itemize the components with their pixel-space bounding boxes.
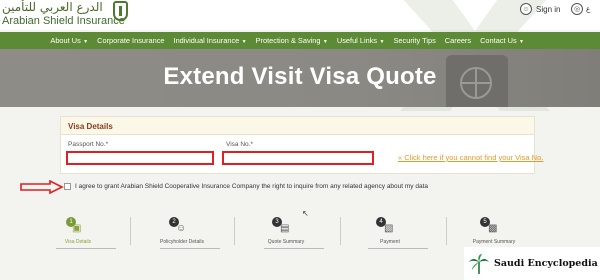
hero-banner: Extend Visit Visa Quote (0, 49, 600, 107)
logo-arabic-text: الدرع العربي للتأمين (2, 0, 103, 14)
caret-down-icon: ▼ (81, 39, 89, 45)
id-card-icon: ▣ (72, 223, 82, 234)
watermark: Saudi Encyclopedia (464, 247, 600, 280)
nav-label: Individual Insurance (173, 36, 240, 45)
mouse-cursor-icon: ↖ (302, 209, 309, 218)
step-underline (160, 248, 220, 249)
language-label: ع (586, 6, 591, 13)
step-divider (130, 217, 131, 245)
nav-item-contact-us[interactable]: Contact Us ▼ (480, 36, 524, 45)
step-divider (340, 217, 341, 245)
nav-item-security-tips[interactable]: Security Tips (393, 36, 435, 45)
step-label: Quote Summary (267, 239, 305, 245)
nav-label: Corporate Insurance (97, 36, 165, 45)
caret-down-icon: ▼ (240, 39, 247, 45)
red-arrow-annotation (20, 180, 64, 194)
document-icon: ▤ (280, 223, 290, 234)
nav-label: Protection & Saving (255, 36, 321, 45)
nav-item-protection-saving[interactable]: Protection & Saving ▼ (256, 36, 328, 45)
user-icon: ☺ (520, 3, 532, 15)
section-title: Visa Details (68, 122, 113, 131)
step-divider (234, 217, 235, 245)
top-header: الدرع العربي للتأمين Arabian Shield Insu… (0, 0, 600, 111)
visa-details-card: Visa Details Passport No.* Visa No.* « C… (60, 116, 543, 174)
step-label: Payment Summary (472, 239, 516, 245)
nav-label: Useful Links (336, 36, 378, 45)
nav-item-about-us[interactable]: About Us ▼ (50, 36, 88, 45)
consent-checkbox[interactable] (64, 183, 71, 190)
step-label: Payment (380, 239, 400, 245)
card-icon: ▧ (384, 223, 394, 234)
step-label: Policyholder Details (160, 239, 204, 245)
caret-down-icon: ▼ (517, 39, 524, 45)
consent-row: I agree to grant Arabian Shield Cooperat… (64, 183, 428, 190)
consent-text: I agree to grant Arabian Shield Cooperat… (75, 183, 429, 190)
company-logo[interactable]: الدرع العربي للتأمين Arabian Shield Insu… (0, 0, 140, 30)
nav-item-careers[interactable]: Careers (445, 36, 471, 45)
card-header: Visa Details (61, 117, 534, 135)
nav-item-useful-links[interactable]: Useful Links ▼ (337, 36, 385, 45)
visa-number-label: Visa No.* (226, 141, 253, 148)
language-icon: ◎ (571, 3, 583, 15)
find-visa-number-link[interactable]: « Click here if you cannot find your Vis… (398, 153, 543, 162)
caret-down-icon: ▼ (378, 39, 385, 45)
step-underline (56, 248, 116, 249)
receipt-icon: ▩ (488, 223, 498, 234)
visa-number-input[interactable] (222, 151, 374, 165)
main-navigation: About Us ▼ Corporate Insurance Individua… (0, 32, 600, 49)
step-divider (446, 217, 447, 245)
nav-item-corporate-insurance[interactable]: Corporate Insurance (97, 36, 164, 45)
nav-item-individual-insurance[interactable]: Individual Insurance ▼ (174, 36, 247, 45)
step-underline (368, 248, 428, 249)
passport-number-input[interactable] (66, 151, 214, 165)
nav-label: Security Tips (393, 36, 436, 45)
logo-english-text: Arabian Shield Insurance (2, 15, 125, 27)
passport-number-label: Passport No.* (68, 141, 109, 148)
sign-in-link[interactable]: ☺ Sign in (520, 3, 560, 15)
step-label: Visa Details (64, 239, 92, 245)
step-underline (264, 248, 324, 249)
palm-tree-icon (469, 253, 489, 274)
shield-logo-icon (113, 1, 128, 21)
caret-down-icon: ▼ (321, 39, 328, 45)
user-icon: ☺ (176, 223, 187, 234)
nav-label: Careers (444, 36, 472, 45)
nav-label: Contact Us (480, 36, 517, 45)
page-title: Extend Visit Visa Quote (163, 63, 437, 90)
nav-label: About Us (50, 36, 81, 45)
sign-in-label: Sign in (536, 4, 561, 14)
language-switch[interactable]: ◎ ع (571, 3, 590, 15)
watermark-text: Saudi Encyclopedia (494, 258, 598, 269)
